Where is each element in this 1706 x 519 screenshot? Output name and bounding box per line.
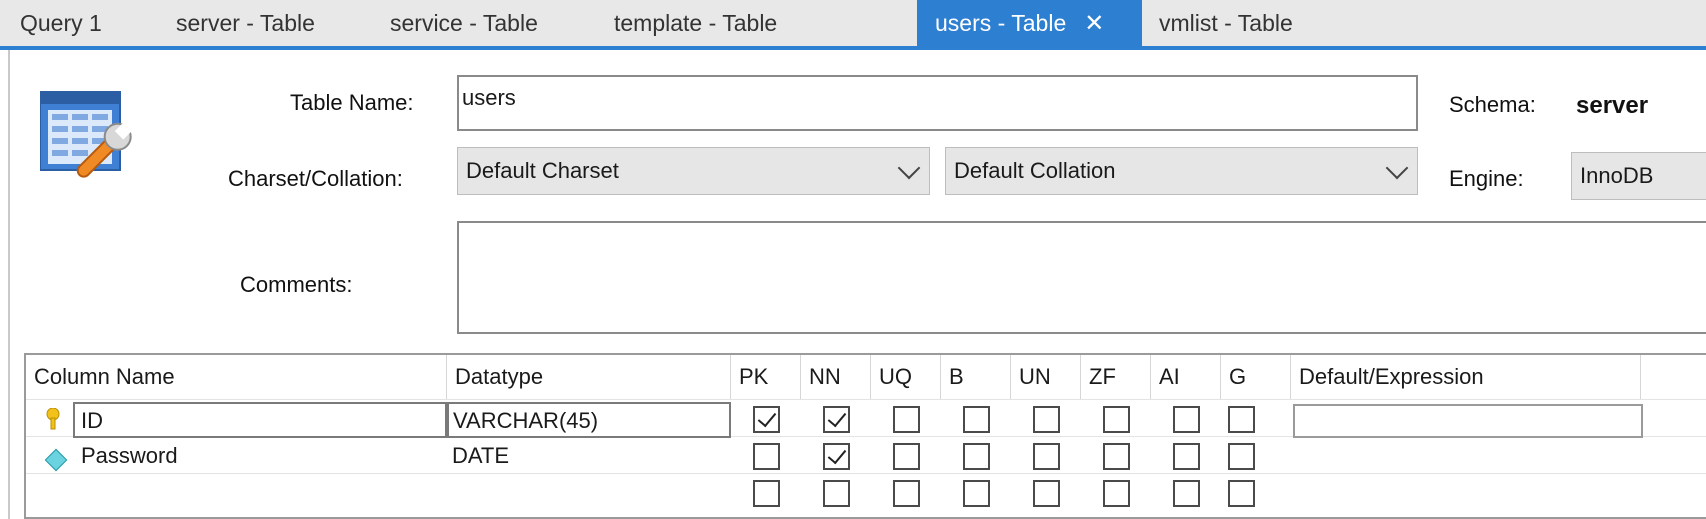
panel-border — [8, 50, 10, 519]
comments-textarea[interactable] — [457, 221, 1706, 334]
un-checkbox[interactable] — [1033, 406, 1060, 433]
header-g[interactable]: G — [1221, 355, 1291, 399]
pk-checkbox[interactable] — [753, 480, 780, 507]
columns-grid: Column Name Datatype PK NN UQ B UN ZF AI… — [24, 353, 1706, 519]
tab-label: vmlist - Table — [1159, 10, 1293, 36]
header-b[interactable]: B — [941, 355, 1011, 399]
table-editor-icon — [39, 88, 140, 188]
tab-label: server - Table — [176, 10, 315, 36]
zf-checkbox[interactable] — [1103, 480, 1130, 507]
collation-select[interactable]: Default Collation — [945, 147, 1418, 195]
uq-checkbox[interactable] — [893, 406, 920, 433]
close-icon[interactable]: ✕ — [1084, 10, 1104, 37]
tab-label: users - Table — [935, 10, 1067, 36]
nn-checkbox[interactable] — [823, 406, 850, 433]
key-icon — [46, 408, 60, 430]
nn-checkbox[interactable] — [823, 443, 850, 470]
table-name-value: users — [462, 85, 516, 110]
column-name-cell[interactable]: Password — [81, 439, 441, 475]
table-name-label: Table Name: — [290, 90, 414, 115]
tab-service-table[interactable]: service - Table — [372, 0, 556, 46]
header-ai[interactable]: AI — [1151, 355, 1221, 399]
g-checkbox[interactable] — [1228, 406, 1255, 433]
charset-collation-label: Charset/Collation: — [228, 166, 403, 191]
engine-value: InnoDB — [1580, 163, 1654, 188]
tab-label: template - Table — [614, 10, 778, 36]
ai-checkbox[interactable] — [1173, 443, 1200, 470]
chevron-down-icon — [1385, 156, 1409, 180]
header-pk[interactable]: PK — [731, 355, 801, 399]
header-uq[interactable]: UQ — [871, 355, 941, 399]
pk-checkbox[interactable] — [753, 406, 780, 433]
b-checkbox[interactable] — [963, 406, 990, 433]
datatype-input[interactable]: VARCHAR(45) — [447, 402, 731, 438]
diamond-icon — [44, 448, 68, 472]
uq-checkbox[interactable] — [893, 480, 920, 507]
header-column-name[interactable]: Column Name — [26, 355, 447, 399]
b-checkbox[interactable] — [963, 443, 990, 470]
charset-select[interactable]: Default Charset — [457, 147, 930, 195]
header-un[interactable]: UN — [1011, 355, 1081, 399]
nn-checkbox[interactable] — [823, 480, 850, 507]
table-name-input[interactable]: users — [457, 75, 1418, 131]
tab-label: Query 1 — [20, 10, 102, 36]
b-checkbox[interactable] — [963, 480, 990, 507]
ai-checkbox[interactable] — [1173, 406, 1200, 433]
default-expression-input[interactable] — [1293, 404, 1643, 438]
zf-checkbox[interactable] — [1103, 443, 1130, 470]
schema-value: server — [1576, 92, 1649, 119]
schema-label: Schema: — [1449, 92, 1536, 117]
tab-underline — [0, 46, 1706, 50]
collation-value: Default Collation — [954, 158, 1116, 183]
row-divider — [26, 399, 1706, 400]
pk-checkbox[interactable] — [753, 443, 780, 470]
header-zf[interactable]: ZF — [1081, 355, 1151, 399]
tab-label: service - Table — [390, 10, 538, 36]
tab-query-1[interactable]: Query 1 — [2, 0, 120, 46]
datatype-cell[interactable]: DATE — [452, 439, 730, 475]
header-nn[interactable]: NN — [801, 355, 871, 399]
ai-checkbox[interactable] — [1173, 480, 1200, 507]
un-checkbox[interactable] — [1033, 443, 1060, 470]
tab-vmlist-table[interactable]: vmlist - Table — [1141, 0, 1311, 46]
comments-label: Comments: — [240, 272, 353, 297]
engine-select[interactable]: InnoDB — [1571, 152, 1706, 200]
g-checkbox[interactable] — [1228, 480, 1255, 507]
charset-value: Default Charset — [466, 158, 619, 183]
column-name-input[interactable]: ID — [73, 402, 447, 438]
tab-template-table[interactable]: template - Table — [596, 0, 795, 46]
tab-users-table[interactable]: users - Table ✕ — [917, 0, 1142, 46]
tab-server-table[interactable]: server - Table — [158, 0, 333, 46]
un-checkbox[interactable] — [1033, 480, 1060, 507]
chevron-down-icon — [897, 156, 921, 180]
header-datatype[interactable]: Datatype — [447, 355, 731, 399]
tab-bar: Query 1 server - Table service - Table t… — [0, 0, 1706, 50]
header-default-expression[interactable]: Default/Expression — [1291, 355, 1641, 399]
engine-label: Engine: — [1449, 166, 1524, 191]
uq-checkbox[interactable] — [893, 443, 920, 470]
g-checkbox[interactable] — [1228, 443, 1255, 470]
zf-checkbox[interactable] — [1103, 406, 1130, 433]
